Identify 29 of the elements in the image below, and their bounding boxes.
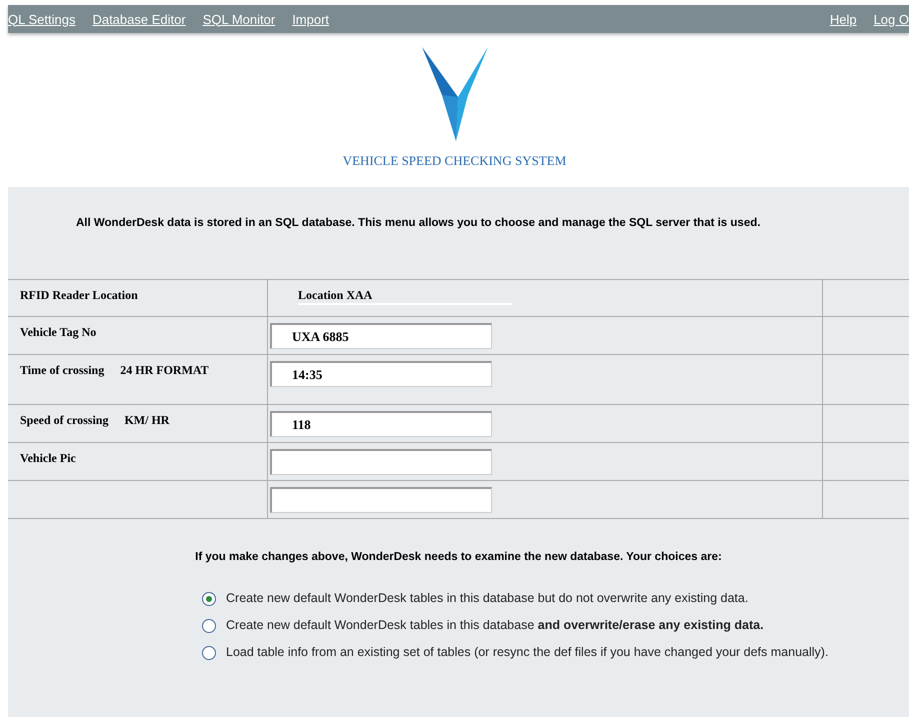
row-label: Vehicle Pic [20,451,76,466]
row-label: Time of crossing [20,363,104,378]
row-label: Vehicle Tag No [20,325,96,340]
choice-label: Create new default WonderDesk tables in this database but do not overwrite any existing data. [226,591,748,606]
nav-link[interactable]: Log O [874,12,909,26]
input-field[interactable]: 118 [270,411,492,437]
radio-button[interactable] [202,618,216,632]
input-field[interactable]: UXA 6885 [270,323,492,349]
radio-button[interactable] [202,646,216,660]
input-field[interactable] [270,449,492,475]
choice-label: Load table info from an existing set of tables (or resync the def files if you have changed your defs manually). [226,645,828,660]
choice-label: Create new default WonderDesk tables in this database and overwrite/erase any existing data. [226,618,764,633]
input-field[interactable] [270,487,492,513]
nav-link[interactable]: QL Settings [8,12,76,26]
unit-label: KM/ HR [124,413,170,428]
nav-link[interactable]: SQL Monitor [202,12,276,26]
row-label: RFID Reader Location [20,288,138,303]
nav-link[interactable]: Database Editor [92,12,186,26]
unit-label: 24 HR FORMAT [120,363,209,378]
row-label: Speed of crossing [20,413,108,428]
logo-icon [422,47,488,141]
input-field[interactable]: 14:35 [270,361,492,387]
nav-link[interactable]: Import [292,12,330,26]
choices-intro: If you make changes above, WonderDesk needs to examine the new database. Your choices are: [194,550,723,565]
nav-link[interactable]: Help [830,12,857,26]
system-title: VEHICLE SPEED CHECKING SYSTEM [342,153,566,169]
radio-button[interactable] [202,592,216,606]
location-value: Location XAA [298,288,512,305]
intro-text: All WonderDesk data is stored in an SQL database. This menu allows you to choose and manage the SQL server that is used. [75,216,762,231]
